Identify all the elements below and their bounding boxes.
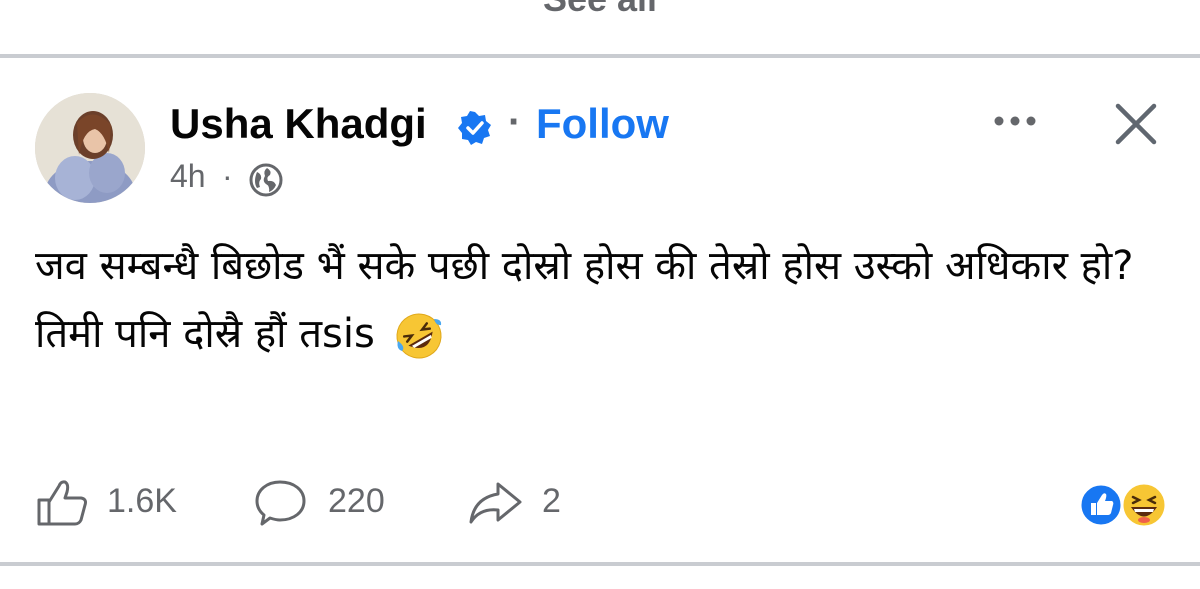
post-text-line: तिमी पनि दोस्रै हौं तsis bbox=[35, 300, 1165, 368]
reactions-summary[interactable] bbox=[1078, 480, 1170, 530]
see-all-link[interactable]: See all bbox=[0, 0, 1200, 20]
avatar[interactable] bbox=[35, 93, 145, 203]
divider bbox=[0, 562, 1200, 566]
divider bbox=[0, 54, 1200, 58]
post-timestamp[interactable]: 4h bbox=[170, 158, 206, 195]
close-icon[interactable] bbox=[1112, 100, 1160, 148]
share-button[interactable]: 2 bbox=[466, 478, 586, 528]
globe-icon bbox=[249, 163, 283, 197]
thumbs-up-icon bbox=[37, 480, 87, 526]
post-text-segment: तिमी पनि दोस्रै हौं तsis bbox=[35, 311, 375, 357]
share-icon bbox=[469, 482, 522, 524]
verified-badge-icon bbox=[458, 111, 491, 145]
like-button[interactable]: 1.6K bbox=[35, 478, 195, 528]
more-options-icon[interactable] bbox=[990, 106, 1040, 136]
name-separator: · bbox=[508, 100, 522, 144]
post-text: जव सम्बन्धै बिछोड भैं सके पछी दोस्रो होस… bbox=[35, 232, 1165, 368]
follow-button[interactable]: Follow bbox=[536, 100, 669, 148]
comment-button[interactable]: 220 bbox=[254, 478, 414, 528]
author-name[interactable]: Usha Khadgi bbox=[170, 100, 427, 148]
comment-icon bbox=[255, 480, 306, 526]
like-reaction-icon bbox=[1078, 482, 1124, 528]
haha-reaction-icon bbox=[1120, 481, 1168, 529]
like-count: 1.6K bbox=[107, 482, 177, 520]
post-text-line: जव सम्बन्धै बिछोड भैं सके पछी दोस्रो होस… bbox=[35, 243, 1134, 289]
meta-separator: · bbox=[222, 158, 233, 194]
share-count: 2 bbox=[542, 482, 561, 520]
comment-count: 220 bbox=[328, 482, 385, 520]
rolling-on-floor-laughing-emoji-icon bbox=[396, 313, 442, 359]
